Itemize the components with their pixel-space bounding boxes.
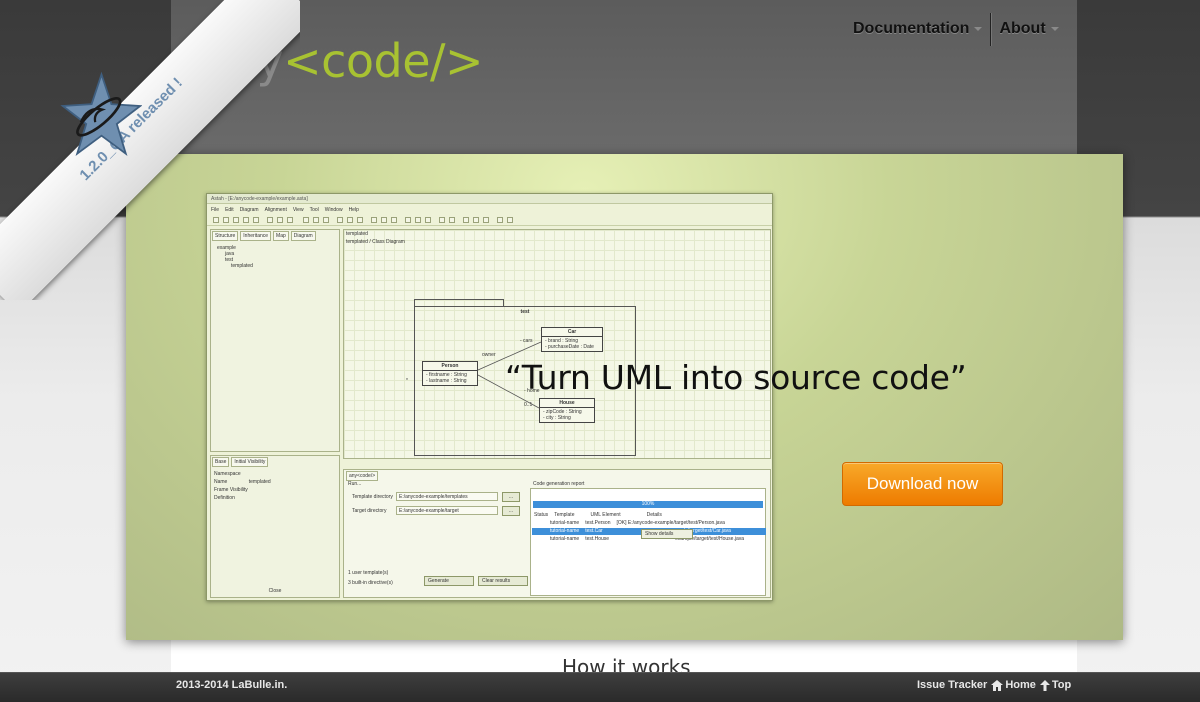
logo-code: <code/> xyxy=(283,34,484,88)
clear-results-button: Clear results xyxy=(478,576,528,586)
props-close-button: Close xyxy=(268,588,282,594)
report-header: UML Element xyxy=(590,512,621,518)
toolbar-icon xyxy=(439,217,445,223)
ribbon-band: 1.2.0_GA released ! xyxy=(0,0,300,300)
report-header: Details xyxy=(646,512,662,518)
toolbar-icon xyxy=(303,217,309,223)
nav-about[interactable]: About xyxy=(991,20,1066,38)
footer-links: Issue Tracker Home Top xyxy=(917,679,1071,691)
toolbar-icon xyxy=(323,217,329,223)
nav-documentation-label: Documentation xyxy=(853,20,970,37)
report-title: Code generation report xyxy=(533,481,585,487)
props-checkbox-label: Frame Visibility xyxy=(214,487,248,493)
props-key: Namespace xyxy=(214,471,241,477)
download-button[interactable]: Download now xyxy=(842,462,1003,506)
issue-tracker-link[interactable]: Issue Tracker xyxy=(917,679,987,691)
props-row: Frame Visibility xyxy=(214,486,336,494)
props-key: Definition xyxy=(214,495,235,501)
code-generation-report: Code generation report 100% Status Templ… xyxy=(530,481,766,596)
assoc-label: * xyxy=(406,378,408,384)
toolbar-icon xyxy=(463,217,469,223)
toolbar-icon xyxy=(313,217,319,223)
target-browse-button: ... xyxy=(502,506,520,516)
screenshot-properties-panel: Base Initial Visibility Namespace Name t… xyxy=(210,455,340,598)
toolbar-icon xyxy=(381,217,387,223)
screenshot-tab: Initial Visibility xyxy=(231,457,269,467)
run-label: Run... xyxy=(348,481,362,487)
top-label: Top xyxy=(1051,679,1072,691)
nav-about-label: About xyxy=(999,20,1046,37)
screenshot-menu-item: Tool xyxy=(309,207,319,213)
toolbar-icon xyxy=(497,217,503,223)
toolbar-icon xyxy=(507,217,513,223)
toolbar-icon xyxy=(415,217,421,223)
report-cell: test.House xyxy=(585,536,610,542)
builtin-directives-count: 3 built-in directive(s) xyxy=(348,580,393,586)
toolbar-icon xyxy=(425,217,431,223)
toolbar-icon xyxy=(473,217,479,223)
template-dir-field: E:/anycode-example/templates xyxy=(396,492,498,501)
screenshot-anycode-panel: any<code/> Run... Template directory E:/… xyxy=(343,469,771,598)
hero-tagline: “Turn UML into source code” xyxy=(505,358,967,397)
screenshot-menu-item: Window xyxy=(324,207,343,213)
target-dir-label: Target directory xyxy=(352,508,387,514)
copyright-text: 2013-2014 LaBulle.in. xyxy=(176,679,288,691)
nav-documentation[interactable]: Documentation xyxy=(845,20,990,38)
assoc-label: owner xyxy=(482,352,496,358)
association-lines xyxy=(477,341,542,409)
top-link[interactable]: Top xyxy=(1039,679,1072,691)
toolbar-icon xyxy=(449,217,455,223)
target-dir-field: E:/anycode-example/target xyxy=(396,506,498,515)
show-details-button: Show details xyxy=(641,529,693,539)
home-link[interactable]: Home xyxy=(991,679,1036,691)
props-row: Name templated xyxy=(214,478,336,486)
toolbar-icon xyxy=(405,217,411,223)
toolbar-icon xyxy=(337,217,343,223)
report-row: tutorial-name test.Person [OK] E:/anycod… xyxy=(532,520,766,527)
groovy-star-icon xyxy=(60,71,142,157)
report-cell: test.Person xyxy=(585,520,611,526)
props-row: Namespace xyxy=(214,470,336,478)
generate-button: Generate xyxy=(424,576,474,586)
screenshot-diagram-canvas: templated templated / Class Diagram test… xyxy=(343,229,771,459)
props-key: Name xyxy=(214,479,228,485)
report-cell: test.Car xyxy=(585,528,603,534)
template-dir-label: Template directory xyxy=(352,494,393,500)
template-browse-button: ... xyxy=(502,492,520,502)
report-cell: tutorial-name xyxy=(550,536,580,542)
report-header: Status xyxy=(534,512,549,518)
arrow-up-icon xyxy=(1039,679,1050,691)
toolbar-icon xyxy=(371,217,377,223)
props-row: Definition xyxy=(214,494,336,502)
caret-down-icon xyxy=(974,27,983,31)
report-cell: [OK] E:/anycode-example/target/test/Pers… xyxy=(616,520,725,526)
user-templates-count: 1 user template(s) xyxy=(348,570,389,576)
toolbar-icon xyxy=(347,217,353,223)
issue-tracker-label: Issue Tracker xyxy=(917,679,988,691)
top-nav: Documentation About xyxy=(845,12,1067,46)
props-value: templated xyxy=(248,479,271,485)
toolbar-icon xyxy=(483,217,489,223)
home-icon xyxy=(991,679,1004,691)
screenshot-tab: Base xyxy=(212,457,230,467)
footer: 2013-2014 LaBulle.in. Issue Tracker Home… xyxy=(0,672,1200,702)
assoc-label: 0..1 xyxy=(524,402,533,408)
report-progress-bar: 100% xyxy=(533,501,763,508)
toolbar-icon xyxy=(391,217,397,223)
report-cell: tutorial-name xyxy=(550,528,580,534)
report-header-row: Status Template UML Element Details xyxy=(532,512,766,519)
caret-down-icon xyxy=(1050,27,1059,31)
report-header: Template xyxy=(554,512,575,518)
toolbar-icon xyxy=(357,217,363,223)
report-cell: tutorial-name xyxy=(550,520,580,526)
anycode-tab: any<code/> xyxy=(346,471,379,481)
release-ribbon[interactable]: 1.2.0_GA released ! xyxy=(0,0,300,300)
screenshot-menu-item: Help xyxy=(348,207,359,213)
assoc-label: - cars xyxy=(520,338,533,344)
home-label: Home xyxy=(1005,679,1036,691)
